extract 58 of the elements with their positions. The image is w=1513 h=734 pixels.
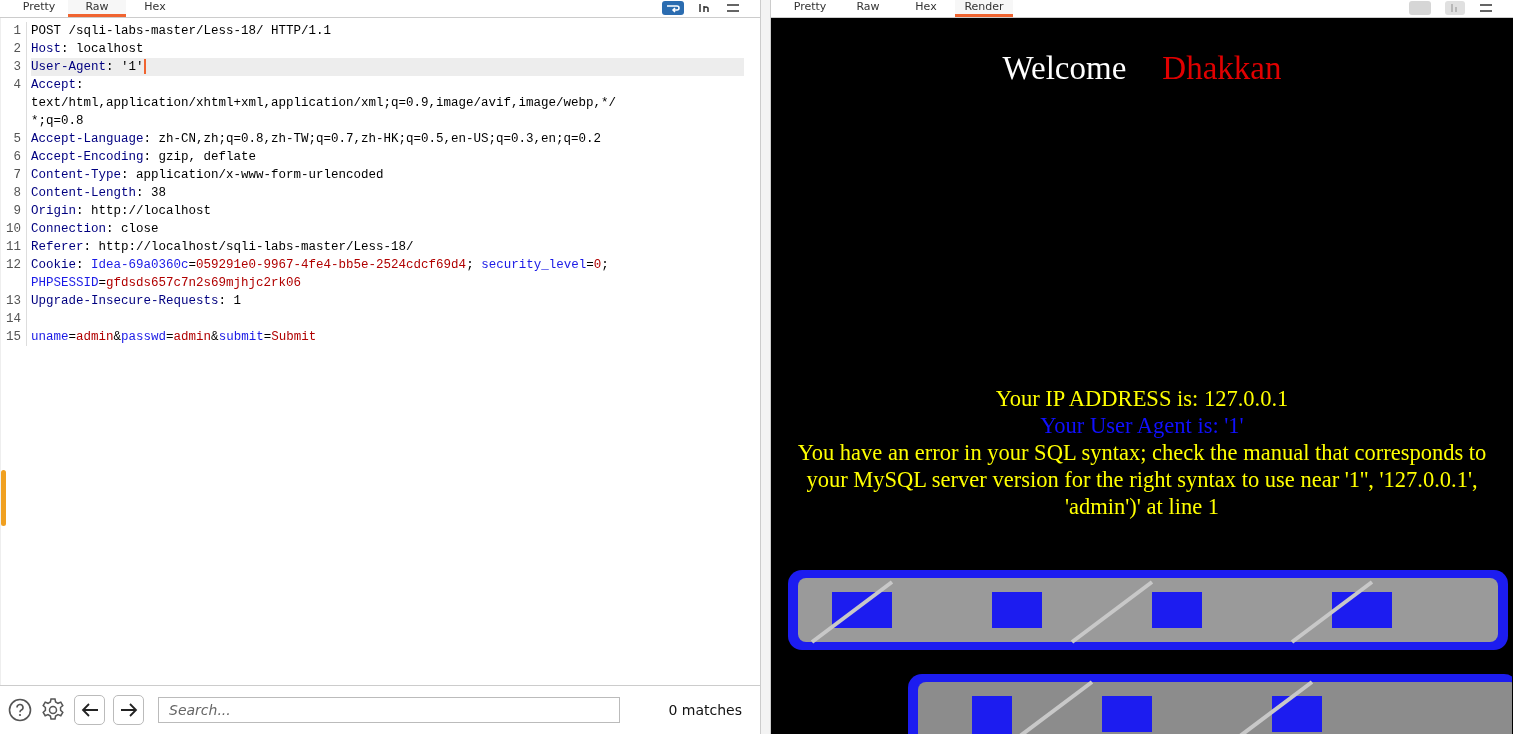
user-name: Dhakkan — [1162, 50, 1282, 87]
tab[interactable]: Render — [955, 0, 1013, 17]
code-line: Host: localhost — [31, 42, 144, 56]
line-number: 15 — [1, 328, 27, 346]
splitter-handle[interactable] — [760, 0, 771, 734]
newline-icon[interactable] — [698, 2, 712, 14]
code-line: User-Agent: '1' — [31, 60, 144, 74]
code-line: Accept-Language: zh-CN,zh;q=0.8,zh-TW;q=0.7,zh-HK;q=0.5,en-US;q=0.3,en;q=0.2 — [31, 132, 602, 146]
welcome-text: Welcome — [1002, 50, 1127, 87]
tab[interactable]: Hex — [126, 0, 184, 17]
line-number: 9 — [1, 202, 27, 220]
code-line: Content-Length: 38 — [31, 186, 167, 200]
tab[interactable]: Pretty — [10, 0, 68, 17]
code-line: uname=admin&passwd=admin&submit=Submit — [31, 330, 317, 344]
search-field[interactable]: Search... — [158, 697, 620, 723]
tab[interactable]: Hex — [897, 0, 955, 17]
back-button[interactable] — [74, 695, 105, 725]
right-arrow-icon — [119, 703, 138, 717]
menu-icon[interactable] — [726, 2, 740, 14]
line-number: 13 — [1, 292, 27, 310]
message-text: Your IP ADDRESS is: 127.0.0.1 — [994, 385, 1290, 412]
code-line: Content-Type: application/x-www-form-urlencoded — [31, 168, 384, 182]
message-text: You have an error in your SQL syntax; check the manual that corresponds to your MySQL server version for the right syntax to use near '1'', '127.0.0.1', 'admin')' at line 1 — [796, 439, 1488, 520]
line-number: 3 — [1, 58, 27, 76]
tab[interactable]: Raw — [839, 0, 897, 17]
settings-icon[interactable] — [40, 697, 66, 723]
code-line: *;q=0.8 — [31, 114, 84, 128]
line-number: 4 — [1, 76, 27, 130]
forward-button[interactable] — [113, 695, 144, 725]
code-line: Accept-Encoding: gzip, deflate — [31, 150, 257, 164]
tab[interactable]: Pretty — [781, 0, 839, 17]
line-number: 10 — [1, 220, 27, 238]
left-arrow-icon — [80, 703, 99, 717]
line-number: 11 — [1, 238, 27, 256]
code-line: text/html,application/xhtml+xml,application/xml;q=0.9,image/avif,image/webp,*/ — [31, 96, 617, 110]
wrap-icon[interactable] — [662, 1, 684, 15]
code-line: Connection: close — [31, 222, 159, 236]
code-line: POST /sqli-labs-master/Less-18/ HTTP/1.1 — [31, 24, 332, 38]
code-line: Origin: http://localhost — [31, 204, 212, 218]
code-line: Upgrade-Insecure-Requests: 1 — [31, 294, 242, 308]
line-number: 5 — [1, 130, 27, 148]
text-caret — [143, 59, 146, 75]
message-text: Your User Agent is: '1' — [1039, 412, 1245, 439]
code-line: Accept: — [31, 78, 84, 92]
help-icon[interactable] — [8, 698, 32, 722]
line-number: 6 — [1, 148, 27, 166]
match-count: 0 matches — [668, 702, 742, 718]
tab[interactable]: Raw — [68, 0, 126, 17]
scroll-thumb[interactable] — [1, 470, 6, 526]
line-number: 2 — [1, 40, 27, 58]
line-number: 1 — [1, 22, 27, 40]
menu-icon[interactable] — [1479, 2, 1493, 14]
line-number: 7 — [1, 166, 27, 184]
line-number: 12 — [1, 256, 27, 292]
code-line: Cookie: Idea-69a0360c=059291e0-9967-4fe4-bb5e-2524cdcf69d4; security_level=0; PHPSESSID=gfdsds657c7n2s69mjhjc2rk06 — [31, 258, 610, 290]
code-line: Referer: http://localhost/sqli-labs-master/Less-18/ — [31, 240, 414, 254]
line-number: 8 — [1, 184, 27, 202]
line-number: 14 — [1, 310, 27, 328]
